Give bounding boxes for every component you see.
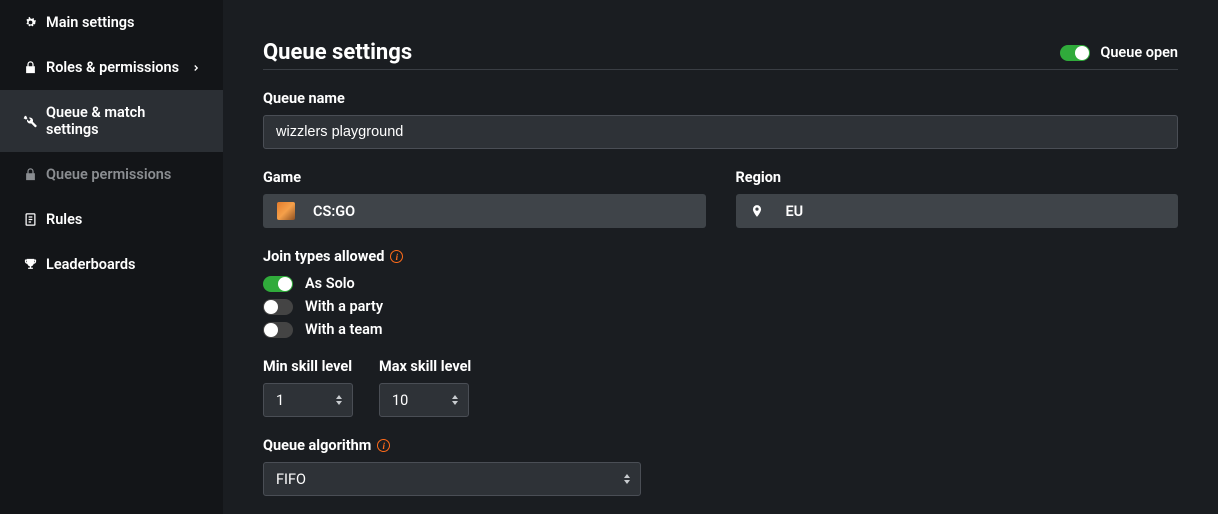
sidebar-item-label: Leaderboards <box>46 256 135 273</box>
sidebar-item-label: Main settings <box>46 14 135 31</box>
join-option-label: With a party <box>305 298 383 315</box>
min-skill-field: Min skill level 1 <box>263 358 353 417</box>
info-icon[interactable]: i <box>390 250 403 263</box>
game-label: Game <box>263 169 706 186</box>
stepper-icon <box>336 395 342 405</box>
sidebar-item-main-settings[interactable]: Main settings <box>0 0 223 45</box>
chevron-right-icon <box>191 63 201 73</box>
queue-open-toggle-row: Queue open <box>1060 44 1178 61</box>
stepper-icon <box>624 474 630 484</box>
join-solo-toggle[interactable] <box>263 276 293 292</box>
location-pin-icon <box>750 204 764 218</box>
lock-icon <box>22 60 38 76</box>
trophy-icon <box>22 257 38 273</box>
join-types-section: Join types allowed i As Solo With a part… <box>263 248 1178 338</box>
gear-icon <box>22 15 38 31</box>
stepper-icon <box>452 395 458 405</box>
max-skill-label: Max skill level <box>379 358 471 375</box>
queue-open-toggle[interactable] <box>1060 45 1090 61</box>
min-skill-value: 1 <box>276 392 284 409</box>
lock-icon <box>22 167 38 183</box>
game-select[interactable]: CS:GO <box>263 194 706 228</box>
main-content: Queue settings Queue open Queue name Gam… <box>223 0 1218 514</box>
sidebar-item-label: Queue permissions <box>46 166 171 183</box>
region-value: EU <box>786 203 804 220</box>
join-types-label: Join types allowed i <box>263 248 1178 265</box>
sidebar-item-queue-permissions[interactable]: Queue permissions <box>0 152 223 197</box>
queue-name-input[interactable] <box>263 115 1178 149</box>
region-label: Region <box>736 169 1179 186</box>
sidebar-item-label: Queue & match settings <box>46 104 201 138</box>
algorithm-label: Queue algorithm i <box>263 437 1178 454</box>
join-party-toggle[interactable] <box>263 299 293 315</box>
game-thumbnail-icon <box>277 202 295 220</box>
page-title: Queue settings <box>263 40 412 65</box>
join-team-toggle[interactable] <box>263 322 293 338</box>
sidebar: Main settings Roles & permissions Queue … <box>0 0 223 514</box>
region-select[interactable]: EU <box>736 194 1179 228</box>
queue-name-field: Queue name <box>263 90 1178 149</box>
join-option-party: With a party <box>263 298 1178 315</box>
algorithm-select[interactable]: FIFO <box>263 462 641 496</box>
queue-open-label: Queue open <box>1100 44 1178 61</box>
max-skill-field: Max skill level 10 <box>379 358 471 417</box>
min-skill-select[interactable]: 1 <box>263 383 353 417</box>
region-field: Region EU <box>736 169 1179 228</box>
game-value: CS:GO <box>313 203 355 220</box>
game-field: Game CS:GO <box>263 169 706 228</box>
page-header: Queue settings Queue open <box>263 40 1178 70</box>
join-option-solo: As Solo <box>263 275 1178 292</box>
join-option-team: With a team <box>263 321 1178 338</box>
queue-name-label: Queue name <box>263 90 1178 107</box>
sidebar-item-rules[interactable]: Rules <box>0 197 223 242</box>
max-skill-select[interactable]: 10 <box>379 383 469 417</box>
max-skill-value: 10 <box>392 392 408 409</box>
join-option-label: As Solo <box>305 275 355 292</box>
min-skill-label: Min skill level <box>263 358 353 375</box>
sidebar-item-label: Rules <box>46 211 82 228</box>
algorithm-field: Queue algorithm i FIFO <box>263 437 1178 496</box>
sidebar-item-roles-permissions[interactable]: Roles & permissions <box>0 45 223 90</box>
info-icon[interactable]: i <box>377 439 390 452</box>
sidebar-item-label: Roles & permissions <box>46 59 179 76</box>
join-option-label: With a team <box>305 321 383 338</box>
tools-icon <box>22 113 38 129</box>
sidebar-item-leaderboards[interactable]: Leaderboards <box>0 242 223 287</box>
document-icon <box>22 212 38 228</box>
sidebar-item-queue-match-settings[interactable]: Queue & match settings <box>0 90 223 152</box>
algorithm-value: FIFO <box>276 471 306 488</box>
